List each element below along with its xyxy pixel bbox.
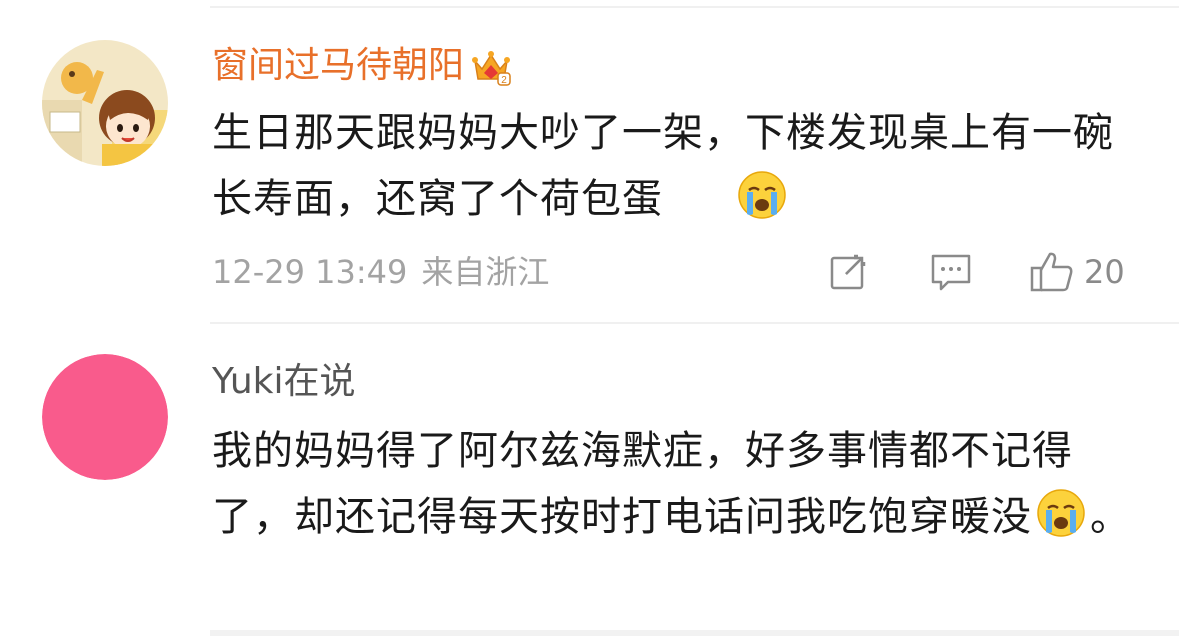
- thumbs-up-icon: [1030, 252, 1073, 292]
- share-button[interactable]: [828, 252, 868, 292]
- author-name[interactable]: 窗间过马待朝阳: [212, 45, 464, 86]
- comment-body: 我的妈妈得了阿尔兹海默症，好多事情都不记得了，却还记得每天按时打电话问我吃饱穿暖…: [212, 428, 1073, 540]
- crying-face-emoji: [1036, 488, 1086, 538]
- svg-text:2: 2: [501, 75, 507, 86]
- text-fade: [663, 178, 733, 218]
- share-icon: [830, 252, 868, 290]
- comment-body-end: 。: [1090, 494, 1131, 540]
- comment-text: 生日那天跟妈妈大吵了一架，下楼发现桌上有一碗长寿面，还窝了个荷包蛋: [212, 100, 1142, 232]
- comment-location: 来自浙江: [421, 253, 550, 291]
- like-button[interactable]: 20: [1030, 250, 1125, 294]
- pink-circle-avatar: [42, 354, 168, 480]
- comment-date: 12-29 13:49: [212, 253, 408, 291]
- avatar[interactable]: [42, 354, 168, 480]
- comment-meta: 12-29 13:49 来自浙江: [212, 252, 563, 292]
- crown-vip-icon: 2: [470, 47, 512, 87]
- comment-text: 我的妈妈得了阿尔兹海默症，好多事情都不记得了，却还记得每天按时打电话问我吃饱穿暖…: [212, 418, 1142, 550]
- comment-author[interactable]: Yuki在说: [212, 360, 356, 404]
- comment-author[interactable]: 窗间过马待朝阳 2: [212, 44, 512, 88]
- comment-list: 窗间过马待朝阳 2 生日那天跟妈妈大吵了一架，下楼发现桌上有一碗长寿面，还窝了个…: [0, 0, 1179, 636]
- bottom-divider: [210, 630, 1179, 636]
- comment-divider: [210, 322, 1179, 324]
- like-count: 20: [1084, 253, 1125, 291]
- top-divider: [210, 6, 1179, 8]
- author-name[interactable]: Yuki在说: [212, 361, 356, 402]
- comment-button[interactable]: [930, 252, 972, 292]
- crying-face-emoji: [737, 170, 787, 220]
- anime-girl-avatar: [42, 40, 168, 166]
- comment-icon: [931, 254, 971, 291]
- avatar[interactable]: [42, 40, 168, 166]
